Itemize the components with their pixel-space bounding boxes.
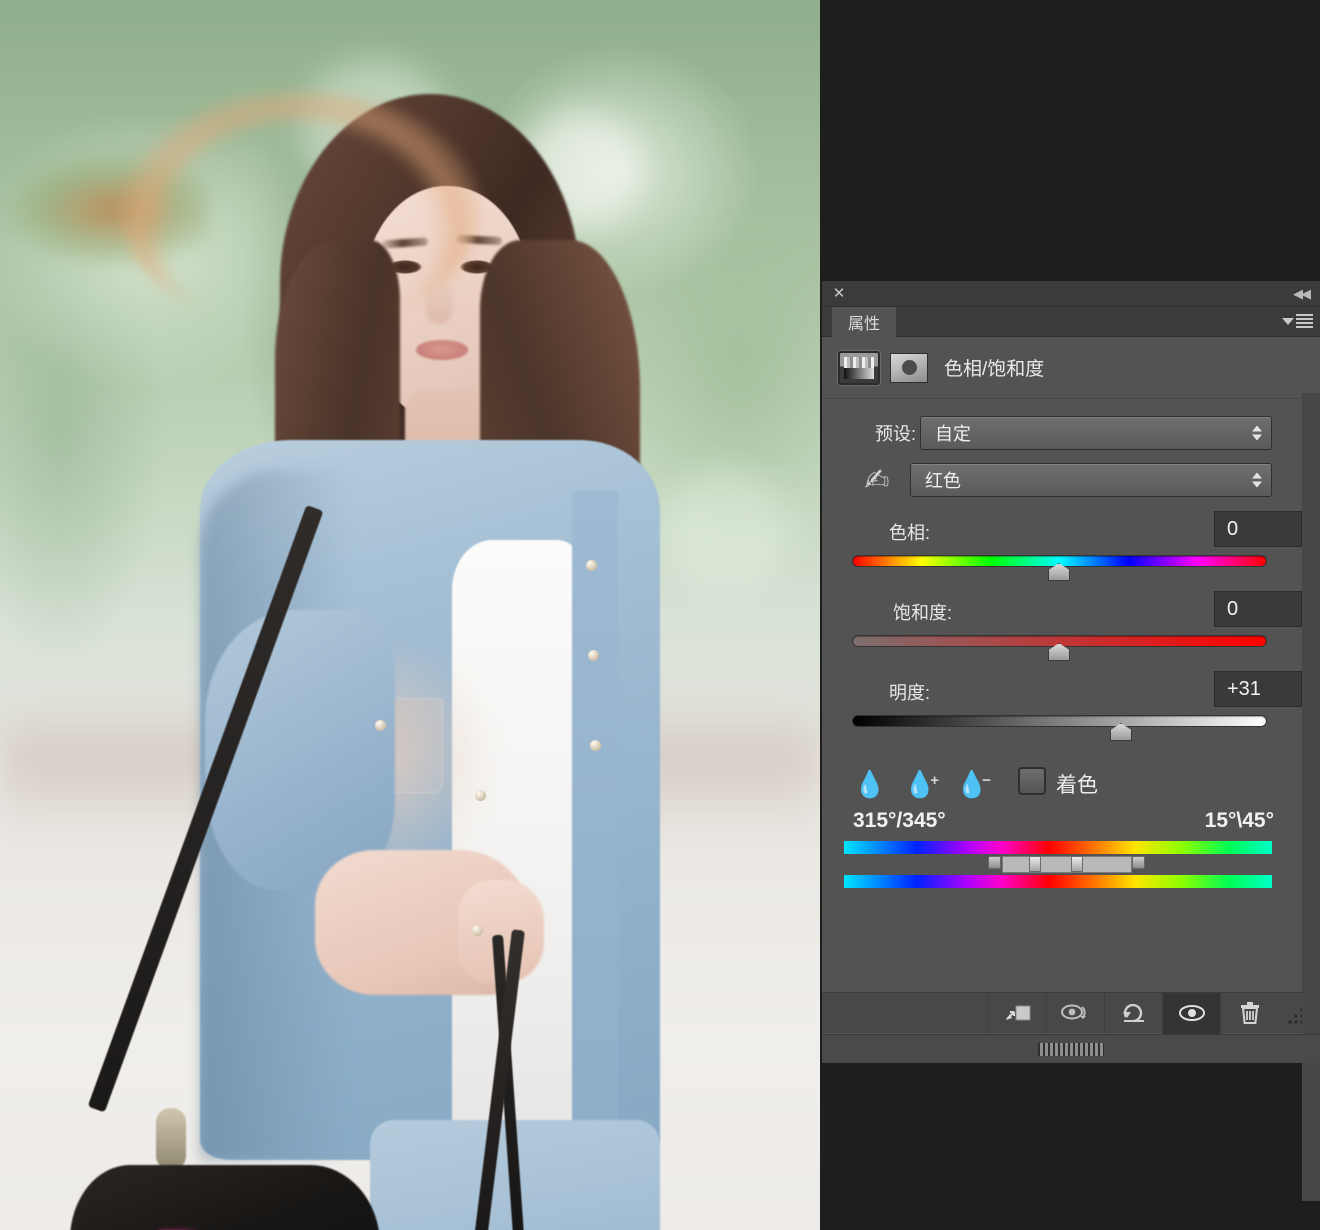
plus-sign: + — [930, 772, 939, 789]
lightness-row: 明度: +31 — [822, 669, 1320, 715]
portrait-subject: B — [70, 90, 820, 1230]
lips — [416, 340, 468, 360]
color-range-fuzz-right[interactable] — [1132, 856, 1145, 869]
chevron-down-icon — [1282, 317, 1294, 325]
hue-value-input[interactable]: 0 — [1214, 511, 1302, 547]
eyedropper-add-icon[interactable]: 💧 + — [900, 765, 940, 803]
trash-icon — [1240, 1002, 1259, 1024]
saturation-slider-track[interactable] — [822, 635, 1320, 669]
image-canvas[interactable]: B — [0, 0, 820, 1230]
bag-logo: B — [150, 1210, 270, 1230]
collapse-panel-icon[interactable]: ◀◀ — [1290, 286, 1312, 302]
preset-dropdown[interactable]: 自定 — [920, 416, 1272, 450]
eyedropper-sample-icon[interactable]: 💧 — [850, 765, 890, 803]
hue-row: 色相: 0 — [822, 509, 1320, 555]
channel-value: 红色 — [925, 471, 961, 491]
eyedropper-row: 💧 💧 + 💧 − 着色 — [822, 761, 1320, 807]
clip-to-layer-icon[interactable] — [988, 992, 1046, 1034]
stepper-arrows-icon — [1252, 425, 1262, 441]
tab-properties[interactable]: 属性 — [832, 307, 897, 337]
eyedropper-subtract-icon[interactable]: 💧 − — [952, 765, 992, 803]
lightness-slider-track[interactable] — [822, 715, 1320, 749]
adjustment-header: 色相/饱和度 — [822, 337, 1320, 399]
photoshop-window: B 思缘设计论坛 WWW.MISSYUAN.COM PS 爱好者 www.psa… — [0, 0, 1320, 1230]
hamburger-icon — [1296, 314, 1313, 328]
colorize-checkbox[interactable] — [1018, 767, 1046, 795]
saturation-label: 饱和度: — [892, 603, 952, 623]
reset-icon[interactable] — [1104, 992, 1162, 1034]
panel-tab-strip: 属性 — [822, 307, 1320, 337]
shirt-button — [375, 720, 386, 731]
lightness-slider-bar[interactable] — [852, 715, 1267, 727]
preset-row: 预设: 自定 — [822, 413, 1320, 453]
lightness-value-input[interactable]: +31 — [1214, 671, 1302, 707]
shirt-placket — [572, 490, 618, 1150]
adjustment-controls: 预设: 自定 ✍ 红色 色相: 0 饱和度: 0 明度: +31 💧 💧 + 💧… — [822, 399, 1320, 899]
panel-resize-bar[interactable] — [822, 1034, 1320, 1063]
panel-scrollbar[interactable] — [1302, 393, 1320, 1201]
color-range-sliders[interactable] — [822, 841, 1320, 899]
toggle-view-icon[interactable] — [1046, 992, 1104, 1034]
right-dock: ✕ ◀◀ 属性 色相/饱和度 预设: 自定 ✍ 红色 色相: 0 饱和度: 0 … — [820, 0, 1320, 1230]
preset-label: 预设: — [874, 424, 916, 444]
saturation-row: 饱和度: 0 — [822, 589, 1320, 635]
grip-handle-icon — [1038, 1042, 1104, 1056]
eye-rotate-glyph — [1060, 1004, 1086, 1020]
minus-sign: − — [982, 772, 991, 789]
reset-arrow-glyph — [1122, 1003, 1144, 1023]
colorize-label: 着色 — [1056, 774, 1098, 797]
layer-mask-thumbnail[interactable] — [890, 352, 928, 383]
on-image-adjust-hand-icon[interactable]: ✍ — [848, 461, 906, 501]
panel-menu-icon[interactable] — [1282, 312, 1314, 330]
color-range-right-degrees: 15°\45° — [1204, 809, 1274, 832]
hue-saturation-adjustment-icon — [838, 350, 880, 385]
color-range-inner-handle-left[interactable] — [1029, 856, 1041, 872]
color-range-spectrum-bottom — [844, 875, 1272, 888]
preset-value: 自定 — [935, 424, 971, 444]
color-range-inner-handle-right[interactable] — [1071, 856, 1083, 872]
hue-slider-track[interactable] — [822, 555, 1320, 589]
close-icon[interactable]: ✕ — [831, 286, 847, 302]
channel-dropdown[interactable]: 红色 — [910, 463, 1272, 497]
saturation-value-input[interactable]: 0 — [1214, 591, 1302, 627]
panel-footer-toolbar — [822, 992, 1320, 1034]
eye-icon — [1178, 1005, 1205, 1021]
shirt-button — [588, 650, 599, 661]
shirt-button — [586, 560, 597, 571]
hue-label: 色相: — [888, 523, 930, 543]
bag-clasp — [156, 1108, 186, 1170]
properties-panel: ✕ ◀◀ 属性 色相/饱和度 预设: 自定 ✍ 红色 色相: 0 饱和度: 0 … — [822, 281, 1320, 1201]
hair-rim-light — [120, 90, 480, 330]
color-range-degrees: 315°/345° 15°\45° — [822, 809, 1320, 839]
channel-row: ✍ 红色 — [822, 459, 1320, 503]
stepper-arrows-icon — [1252, 472, 1262, 488]
adjustment-title: 色相/饱和度 — [944, 359, 1045, 380]
clip-to-layer-glyph — [1005, 1005, 1030, 1021]
panel-title-bar: ✕ ◀◀ — [822, 281, 1320, 307]
visibility-toggle-icon[interactable] — [1162, 992, 1220, 1034]
shirt-button — [590, 740, 601, 751]
color-range-spectrum-top — [844, 841, 1272, 854]
shirt-button — [475, 790, 486, 801]
lightness-label: 明度: — [888, 683, 930, 703]
shirt-button — [472, 925, 483, 936]
color-range-control[interactable] — [1002, 856, 1132, 873]
delete-layer-icon[interactable] — [1220, 992, 1278, 1034]
color-range-fuzz-left[interactable] — [988, 856, 1001, 869]
color-range-left-degrees: 315°/345° — [853, 809, 946, 832]
